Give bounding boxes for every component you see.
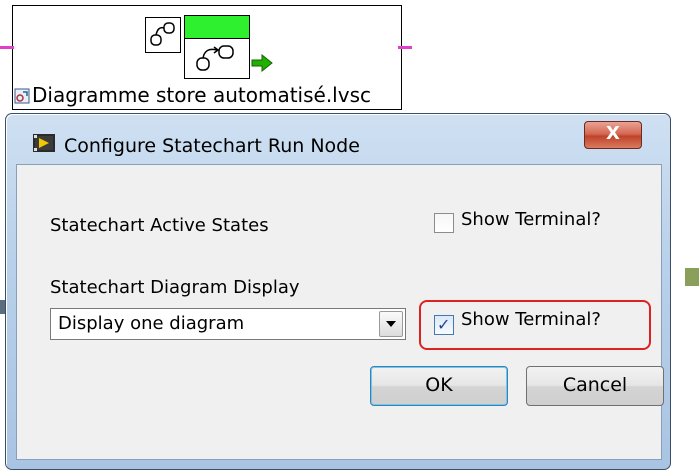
- dropdown-button[interactable]: [379, 311, 403, 337]
- close-button[interactable]: X: [584, 121, 642, 149]
- configure-run-node-dialog: Configure Statechart Run Node X Statecha…: [5, 113, 671, 470]
- dropdown-arrow-icon: [386, 321, 396, 327]
- checkmark-icon: ✓: [437, 315, 451, 334]
- diagram-display-select[interactable]: Display one diagram: [50, 308, 406, 340]
- active-states-label: Statechart Active States: [50, 215, 269, 236]
- file-icon: [14, 86, 30, 104]
- diagram-display-label: Statechart Diagram Display: [50, 277, 300, 298]
- close-icon: X: [606, 123, 620, 144]
- dialog-body: Statechart Active States Show Terminal? …: [16, 164, 664, 460]
- title-bar[interactable]: Configure Statechart Run Node X: [6, 114, 670, 157]
- diagram-edge: [685, 268, 699, 286]
- input-wire: [0, 46, 14, 49]
- statechart-file-label[interactable]: Diagramme store automatisé.lvsc: [14, 84, 371, 106]
- run-arrow-icon: [251, 53, 273, 76]
- diagram-display-show-terminal-checkbox[interactable]: ✓: [434, 315, 454, 335]
- active-states-show-terminal-checkbox[interactable]: [434, 213, 454, 233]
- cancel-button[interactable]: Cancel: [526, 366, 664, 406]
- ok-button[interactable]: OK: [370, 366, 508, 406]
- diagram-display-show-terminal-label[interactable]: Show Terminal?: [461, 309, 601, 330]
- output-wire: [398, 46, 412, 49]
- diagram-display-value: Display one diagram: [58, 313, 245, 334]
- statechart-icon: [145, 17, 181, 53]
- active-states-show-terminal-label[interactable]: Show Terminal?: [461, 209, 601, 230]
- labview-app-icon: [33, 134, 55, 156]
- file-name: Diagramme store automatisé.lvsc: [32, 83, 371, 107]
- dialog-title: Configure Statechart Run Node: [64, 135, 360, 157]
- statechart-run-icon: [184, 15, 250, 79]
